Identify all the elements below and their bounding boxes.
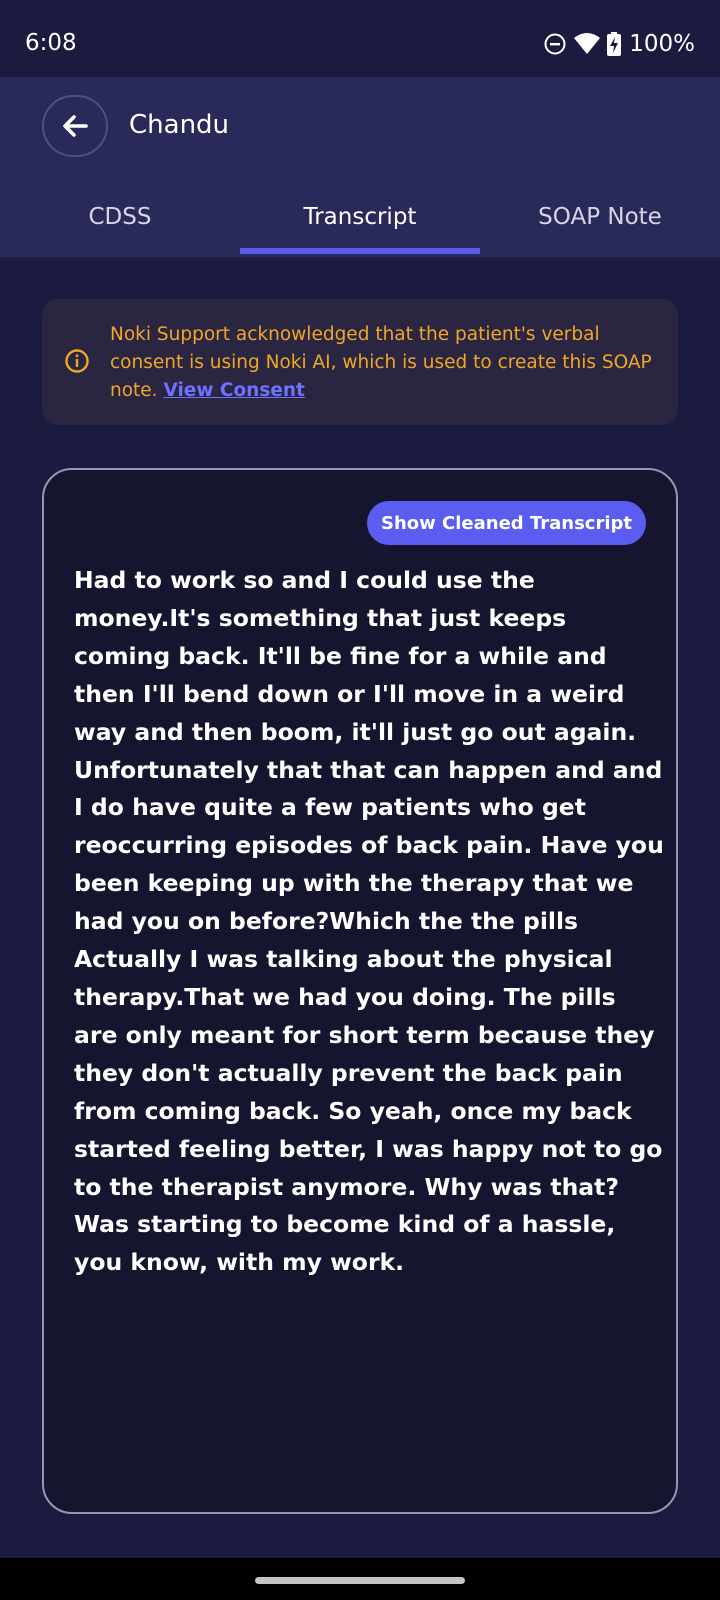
system-nav-bar [0,1558,720,1600]
active-tab-indicator [240,248,480,254]
status-icons: 100% [543,29,695,59]
consent-message: Noki Support acknowledged that the patie… [110,321,658,405]
show-cleaned-transcript-button[interactable]: Show Cleaned Transcript [366,501,646,545]
view-consent-link[interactable]: View Consent [163,380,304,401]
status-bar: 6:08 100% [0,0,720,77]
app-header: Chandu CDSS Transcript SOAP Note [0,77,720,257]
transcript-text: Had to work so and I could use the money… [74,566,664,1277]
arrow-left-icon [63,115,88,137]
page-title: Chandu [129,110,230,140]
home-gesture-handle[interactable] [255,1577,465,1584]
consent-banner: Noki Support acknowledged that the patie… [42,299,678,425]
wifi-icon [574,33,601,54]
tab-transcript[interactable]: Transcript [240,181,480,253]
back-button[interactable] [42,95,108,157]
status-time: 6:08 [25,30,77,56]
battery-percentage: 100% [629,31,695,57]
tab-soap-note[interactable]: SOAP Note [480,181,720,253]
transcript-card: Show Cleaned Transcript Had to work so a… [42,468,678,1514]
do-not-disturb-icon [544,33,566,55]
battery-charging-icon [607,32,622,56]
tab-bar: CDSS Transcript SOAP Note [0,181,720,253]
info-icon [65,349,89,373]
tab-cdss[interactable]: CDSS [0,181,240,253]
